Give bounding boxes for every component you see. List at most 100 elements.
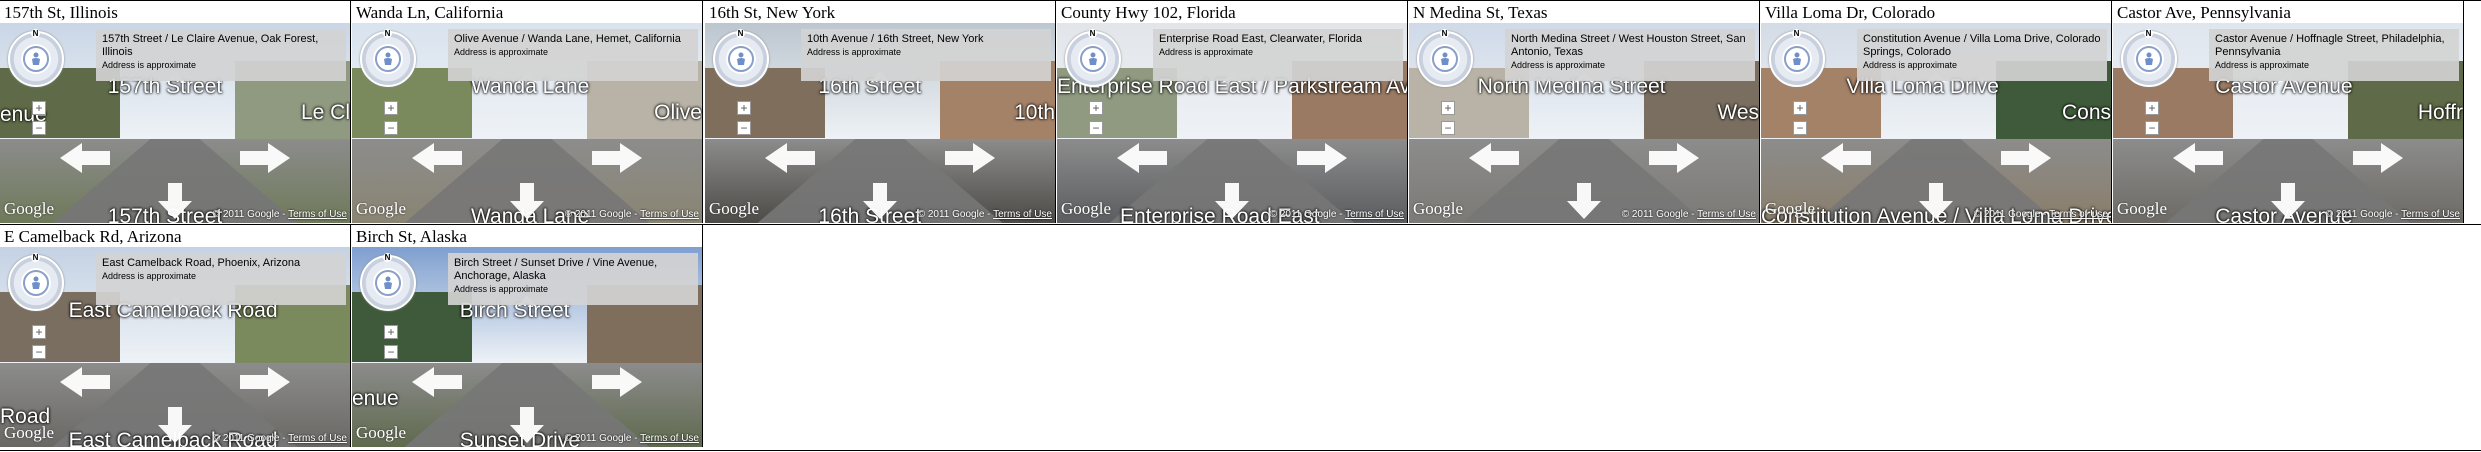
- pegman-ring[interactable]: [1080, 46, 1106, 72]
- pan-control[interactable]: N: [1417, 29, 1473, 87]
- street-view-panel-illinois: 157th St, Illinois 157th Street 157th St…: [0, 1, 351, 223]
- pegman-ring[interactable]: [375, 270, 401, 296]
- zoom-out-button[interactable]: −: [32, 121, 46, 135]
- pegman-icon: [32, 52, 40, 65]
- address-approximate-note: Address is approximate: [807, 47, 902, 57]
- copyright-notice: © 2011 Google - Terms of Use: [213, 433, 347, 444]
- address-text[interactable]: Castor Avenue / Hoffnagle Street, Philad…: [2215, 33, 2453, 59]
- zoom-in-button[interactable]: +: [1793, 101, 1807, 115]
- address-box: 157th Street / Le Claire Avenue, Oak For…: [96, 29, 346, 81]
- pan-control[interactable]: N: [8, 253, 64, 311]
- compass-north-icon: N: [31, 253, 40, 262]
- copyright-notice: © 2011 Google - Terms of Use: [565, 209, 699, 220]
- zoom-out-button[interactable]: −: [384, 121, 398, 135]
- pan-control[interactable]: N: [1769, 29, 1825, 87]
- street-view-panorama[interactable]: Wanda Lane Wanda Lane Olive N + − Olive …: [352, 23, 702, 223]
- copyright-notice: © 2011 Google - Terms of Use: [1622, 209, 1756, 220]
- pegman-ring[interactable]: [1784, 46, 1810, 72]
- street-view-panorama[interactable]: Castor Avenue Castor Avenue Hoffr N + − …: [2113, 23, 2463, 223]
- terms-of-use-link[interactable]: Terms of Use: [288, 209, 347, 220]
- copyright-text: © 2011 Google -: [212, 209, 289, 220]
- pegman-ring[interactable]: [23, 46, 49, 72]
- zoom-out-button[interactable]: −: [2145, 121, 2159, 135]
- pegman-ring[interactable]: [2136, 46, 2162, 72]
- pegman-icon: [384, 52, 392, 65]
- terms-of-use-link[interactable]: Terms of Use: [640, 433, 699, 444]
- panel-caption: N Medina St, Texas: [1413, 3, 1548, 22]
- compass-north-icon: N: [2144, 29, 2153, 38]
- pan-control[interactable]: N: [8, 29, 64, 87]
- street-view-panorama[interactable]: 16th Street 16th Street 10th N + − 10th …: [705, 23, 1055, 223]
- address-approximate-note: Address is approximate: [454, 47, 549, 57]
- address-approximate-note: Address is approximate: [1863, 60, 1958, 70]
- pegman-ring[interactable]: [728, 46, 754, 72]
- google-logo: Google: [4, 199, 55, 218]
- zoom-in-button[interactable]: +: [32, 101, 46, 115]
- street-view-panel-arizona: E Camelback Rd, Arizona East Camelback R…: [0, 225, 351, 447]
- street-view-panorama[interactable]: 157th Street 157th Street enue Le Cl N +…: [0, 23, 350, 223]
- zoom-out-button[interactable]: −: [1089, 121, 1103, 135]
- street-view-panel-florida: County Hwy 102, Florida Enterprise Road …: [1057, 1, 1408, 223]
- copyright-notice: © 2011 Google - Terms of Use: [213, 209, 347, 220]
- address-text[interactable]: Constitution Avenue / Villa Loma Drive, …: [1863, 33, 2101, 59]
- zoom-in-button[interactable]: +: [1089, 101, 1103, 115]
- address-box: Enterprise Road East, Clearwater, Florid…: [1153, 29, 1403, 81]
- zoom-out-button[interactable]: −: [737, 121, 751, 135]
- address-approximate-note: Address is approximate: [102, 271, 197, 281]
- pan-control[interactable]: N: [713, 29, 769, 87]
- street-view-panorama[interactable]: Enterprise Road East / Parkstream Avenue…: [1057, 23, 1407, 223]
- address-text[interactable]: 157th Street / Le Claire Avenue, Oak For…: [102, 33, 340, 59]
- zoom-in-button[interactable]: +: [2145, 101, 2159, 115]
- pegman-ring[interactable]: [1432, 46, 1458, 72]
- address-text[interactable]: North Medina Street / West Houston Stree…: [1511, 33, 1749, 59]
- street-view-panel-colorado: Villa Loma Dr, Colorado Villa Loma Drive…: [1761, 1, 2112, 223]
- street-view-panorama[interactable]: Birch Street Sunset Drive enue N + − Bir…: [352, 247, 702, 447]
- pegman-ring[interactable]: [375, 46, 401, 72]
- address-text[interactable]: Birch Street / Sunset Drive / Vine Avenu…: [454, 257, 692, 283]
- zoom-in-button[interactable]: +: [384, 325, 398, 339]
- zoom-in-button[interactable]: +: [32, 325, 46, 339]
- address-box: East Camelback Road, Phoenix, Arizona Ad…: [96, 253, 346, 305]
- panel-caption: Birch St, Alaska: [356, 227, 467, 246]
- zoom-out-button[interactable]: −: [1793, 121, 1807, 135]
- terms-of-use-link[interactable]: Terms of Use: [288, 433, 347, 444]
- zoom-control: + −: [384, 101, 398, 141]
- copyright-text: © 2011 Google -: [212, 433, 289, 444]
- copyright-text: © 2011 Google -: [2325, 209, 2402, 220]
- zoom-out-button[interactable]: −: [384, 345, 398, 359]
- terms-of-use-link[interactable]: Terms of Use: [2401, 209, 2460, 220]
- terms-of-use-link[interactable]: Terms of Use: [1345, 209, 1404, 220]
- terms-of-use-link[interactable]: Terms of Use: [640, 209, 699, 220]
- zoom-in-button[interactable]: +: [384, 101, 398, 115]
- panel-caption: 157th St, Illinois: [4, 3, 118, 22]
- pegman-ring[interactable]: [23, 270, 49, 296]
- street-view-panorama[interactable]: Villa Loma Drive Constitution Avenue / V…: [1761, 23, 2111, 223]
- zoom-out-button[interactable]: −: [1441, 121, 1455, 135]
- zoom-in-button[interactable]: +: [737, 101, 751, 115]
- google-logo: Google: [356, 199, 407, 218]
- address-text[interactable]: East Camelback Road, Phoenix, Arizona: [102, 257, 340, 270]
- compass-north-icon: N: [383, 29, 392, 38]
- street-view-panorama[interactable]: North Medina Street Wes N + − North Medi…: [1409, 23, 1759, 223]
- street-view-panorama[interactable]: East Camelback Road East Camelback Road …: [0, 247, 350, 447]
- address-text[interactable]: Olive Avenue / Wanda Lane, Hemet, Califo…: [454, 33, 692, 46]
- pan-control[interactable]: N: [360, 29, 416, 87]
- terms-of-use-link[interactable]: Terms of Use: [2049, 209, 2108, 220]
- zoom-out-button[interactable]: −: [32, 345, 46, 359]
- address-approximate-note: Address is approximate: [454, 284, 549, 294]
- address-box: 10th Avenue / 16th Street, New York Addr…: [801, 29, 1051, 81]
- zoom-in-button[interactable]: +: [1441, 101, 1455, 115]
- address-approximate-note: Address is approximate: [102, 60, 197, 70]
- terms-of-use-link[interactable]: Terms of Use: [993, 209, 1052, 220]
- terms-of-use-link[interactable]: Terms of Use: [1697, 209, 1756, 220]
- zoom-control: + −: [384, 325, 398, 365]
- pan-control[interactable]: N: [360, 253, 416, 311]
- zoom-control: + −: [32, 101, 46, 141]
- address-text[interactable]: Enterprise Road East, Clearwater, Florid…: [1159, 33, 1397, 46]
- compass-north-icon: N: [1792, 29, 1801, 38]
- address-text[interactable]: 10th Avenue / 16th Street, New York: [807, 33, 1045, 46]
- pan-control[interactable]: N: [2121, 29, 2177, 87]
- pan-control[interactable]: N: [1065, 29, 1121, 87]
- panel-caption: 16th St, New York: [709, 3, 836, 22]
- pegman-icon: [737, 52, 745, 65]
